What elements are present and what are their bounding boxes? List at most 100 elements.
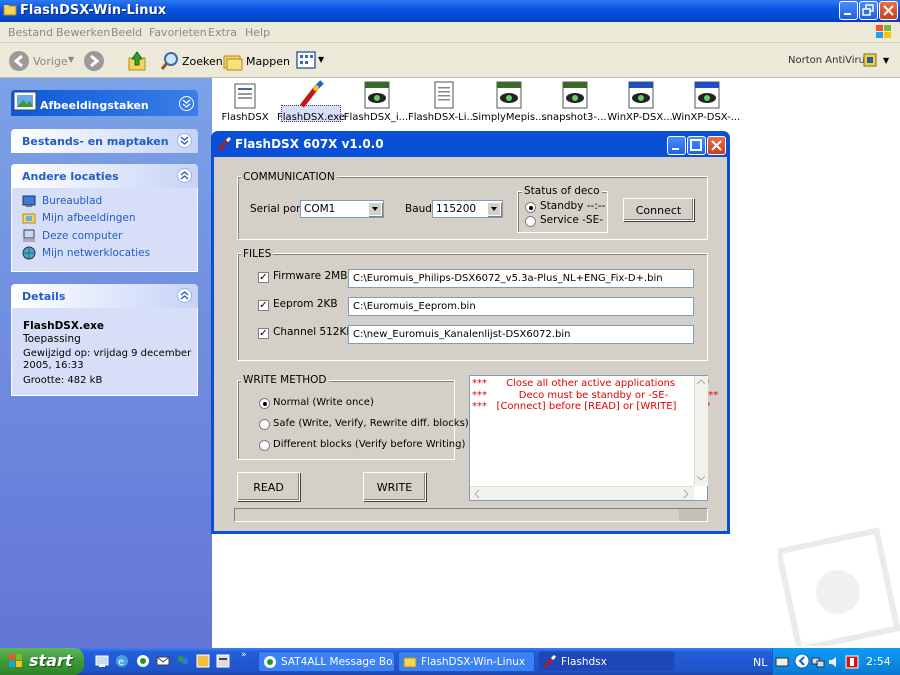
eeprom-path-input[interactable]: C:\Euromuis_Eeprom.bin [348, 297, 694, 316]
mail-icon[interactable] [156, 654, 170, 668]
norton-label[interactable]: Norton AntiVirus [788, 55, 870, 66]
details-header[interactable]: Details [11, 284, 198, 308]
folders-icon[interactable] [222, 50, 244, 72]
eeprom-checkbox[interactable]: ✓ [258, 300, 269, 311]
back-dropdown-icon[interactable]: ▼ [68, 55, 74, 64]
file-label[interactable]: FlashDSX [209, 112, 281, 123]
dialog-minimize-button[interactable] [667, 136, 686, 155]
write-method-group-label: WRITE METHOD [241, 374, 329, 386]
menu-beeld[interactable]: Beeld [111, 26, 142, 39]
file-label[interactable]: FlashDSX-Li... [406, 112, 478, 123]
image-file-icon[interactable] [494, 80, 524, 110]
link-desktop[interactable]: Bureaublad [42, 195, 102, 207]
serial-port-select[interactable]: COM1 [300, 200, 384, 218]
network-tray-icon[interactable] [811, 655, 825, 669]
views-dropdown-icon[interactable]: ▼ [318, 55, 324, 64]
folders-button-label[interactable]: Mappen [246, 55, 290, 68]
search-button-label[interactable]: Zoeken [182, 55, 223, 68]
file-label[interactable]: FlashDSX.exe [275, 112, 347, 123]
file-label[interactable]: snapshot3-... [538, 112, 610, 123]
menu-bewerken[interactable]: Bewerken [56, 26, 110, 39]
file-label[interactable]: SimplyMepis... [472, 112, 544, 123]
file-label[interactable]: WinXP-DSX-... [670, 112, 742, 123]
different-blocks-radio[interactable] [259, 440, 270, 451]
flashdsx-app-icon[interactable] [296, 80, 326, 110]
menu-extra[interactable]: Extra [208, 26, 237, 39]
scroll-left-icon[interactable] [473, 489, 481, 499]
dialog-maximize-button[interactable] [687, 136, 706, 155]
firmware-checkbox[interactable]: ✓ [258, 272, 269, 283]
file-icon-document[interactable] [231, 82, 259, 110]
search-icon[interactable] [159, 50, 181, 72]
image-file-icon[interactable] [362, 80, 392, 110]
bitmap-file-icon[interactable] [692, 80, 722, 110]
firmware-path-input[interactable]: C:\Euromuis_Philips-DSX6072_v5.3a-Plus_N… [348, 269, 694, 288]
bitmap-file-icon[interactable] [626, 80, 656, 110]
scroll-up-icon[interactable] [696, 378, 706, 386]
picture-tasks-title[interactable]: Afbeeldingstaken [40, 99, 149, 112]
dropdown-arrow-icon[interactable] [487, 202, 501, 216]
details-title[interactable]: Details [22, 290, 65, 303]
file-label[interactable]: FlashDSX_i... [340, 112, 412, 123]
service-radio[interactable] [525, 216, 536, 227]
keyboard-icon[interactable] [775, 656, 789, 668]
expand-icon[interactable] [177, 133, 192, 148]
more-quicklaunch-icon[interactable]: » [241, 650, 247, 660]
app-launcher-icon[interactable] [196, 654, 210, 668]
scroll-down-icon[interactable] [696, 474, 706, 482]
horizontal-scrollbar[interactable] [470, 486, 694, 500]
msn-icon[interactable] [136, 654, 150, 668]
menu-help[interactable]: Help [245, 26, 270, 39]
safe-write-radio[interactable] [259, 419, 270, 430]
clock: 2:54 [866, 655, 891, 668]
channel-path-input[interactable]: C:\new_Euromuis_Kanalenlijst-DSX6072.bin [348, 325, 694, 344]
collapse-icon[interactable] [177, 168, 192, 183]
vertical-scrollbar[interactable] [694, 376, 708, 486]
other-places-header[interactable]: Andere locaties [11, 164, 198, 188]
dropdown-arrow-icon[interactable] [368, 202, 382, 216]
up-folder-button[interactable] [125, 49, 149, 73]
taskbar-button-explorer[interactable]: FlashDSX-Win-Linux [398, 651, 535, 672]
read-button[interactable]: READ [237, 472, 300, 501]
standby-radio[interactable] [525, 202, 536, 213]
normal-write-radio[interactable] [259, 398, 270, 409]
menu-favorieten[interactable]: Favorieten [149, 26, 207, 39]
write-button[interactable]: WRITE [363, 472, 426, 501]
volume-icon[interactable] [827, 655, 841, 669]
baud-select[interactable]: 115200 [432, 200, 503, 218]
link-network-places[interactable]: Mijn netwerklocaties [42, 247, 150, 259]
file-tasks-title[interactable]: Bestands- en maptaken [22, 135, 169, 148]
collapse-icon[interactable] [179, 96, 194, 111]
other-places-title[interactable]: Andere locaties [22, 170, 119, 183]
back-button[interactable] [8, 50, 30, 72]
link-my-computer[interactable]: Deze computer [42, 230, 123, 242]
dialog-close-button[interactable] [707, 136, 726, 155]
text-file-icon[interactable] [430, 80, 458, 110]
connect-button[interactable]: Connect [623, 198, 694, 221]
norton-icon[interactable] [863, 53, 877, 67]
close-button[interactable] [879, 1, 898, 20]
collapse-icon[interactable] [177, 288, 192, 303]
forward-button[interactable] [83, 50, 105, 72]
messenger-icon[interactable] [176, 654, 190, 668]
views-icon[interactable] [296, 50, 318, 70]
menu-bestand[interactable]: Bestand [8, 26, 53, 39]
show-hidden-icons-icon[interactable] [794, 653, 810, 669]
show-desktop-icon[interactable] [95, 654, 109, 668]
scroll-right-icon[interactable] [682, 489, 690, 499]
minimize-button[interactable] [839, 1, 858, 20]
taskbar-button-flashdsx[interactable]: Flashdsx [538, 651, 675, 672]
file-label[interactable]: WinXP-DSX... [604, 112, 676, 123]
program-icon[interactable] [216, 654, 230, 668]
file-tasks-header[interactable]: Bestands- en maptaken [11, 129, 198, 153]
link-my-pictures[interactable]: Mijn afbeeldingen [42, 212, 136, 224]
language-indicator[interactable]: NL [753, 656, 767, 669]
restore-button[interactable] [859, 1, 878, 20]
start-label[interactable]: start [29, 651, 73, 670]
taskbar-button-sat4all[interactable]: SAT4ALL Message Bo... [258, 651, 395, 672]
image-file-icon[interactable] [560, 80, 590, 110]
antivirus-tray-icon[interactable] [845, 655, 859, 669]
norton-dropdown-icon[interactable]: ▼ [883, 56, 889, 65]
internet-explorer-icon[interactable]: e [115, 654, 129, 668]
channel-checkbox[interactable]: ✓ [258, 328, 269, 339]
